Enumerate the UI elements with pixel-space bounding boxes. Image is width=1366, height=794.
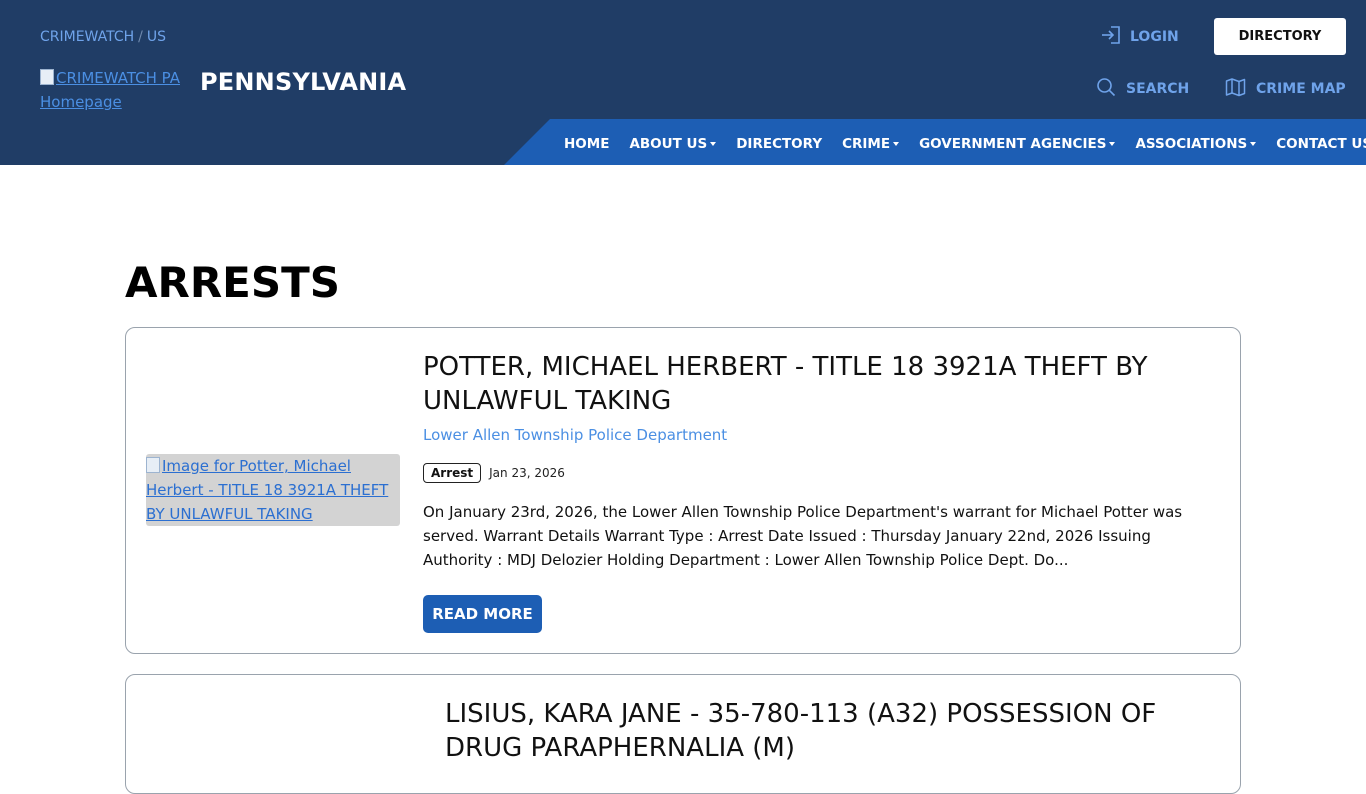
nav-label: GOVERNMENT AGENCIES (919, 135, 1107, 152)
post-title[interactable]: POTTER, MICHAEL HERBERT - TITLE 18 3921A… (423, 350, 1213, 418)
nav-label: ABOUT US (629, 135, 708, 152)
crime-map-label: CRIME MAP (1256, 81, 1346, 97)
search-link[interactable]: SEARCH (1096, 78, 1189, 100)
map-icon (1225, 77, 1246, 101)
post-excerpt: On January 23rd, 2026, the Lower Allen T… (423, 503, 1183, 569)
search-icon (1096, 77, 1116, 101)
nav-item-crime: CRIME (842, 133, 900, 152)
nav-link-about-us[interactable]: ABOUT US (629, 135, 717, 152)
main-nav: HOME ABOUT US DIRECTORY CRIME GOVERNMENT… (504, 119, 1366, 165)
post-image-link[interactable]: Image for Potter, Michael Herbert - TITL… (146, 454, 400, 526)
nav-label: CONTACT US (1276, 135, 1366, 152)
nav-item-home: HOME (564, 133, 609, 152)
post-title[interactable]: LISIUS, KARA JANE - 35-780-113 (A32) POS… (445, 697, 1235, 765)
login-arrow-icon (1100, 25, 1122, 49)
nav-item-contact-us: CONTACT US (1276, 133, 1366, 152)
post-card: Image for Potter, Michael Herbert - TITL… (125, 327, 1241, 654)
site-logo-link[interactable]: CRIMEWATCH PA Homepage (40, 66, 190, 114)
nav-link-associations[interactable]: ASSOCIATIONS (1135, 135, 1257, 152)
breadcrumb: CRIMEWATCH / US (40, 29, 166, 45)
breadcrumb-crimewatch[interactable]: CRIMEWATCH (40, 29, 134, 45)
nav-label: CRIME (842, 135, 891, 152)
state-title: PENNSYLVANIA (200, 68, 407, 96)
nav-link-directory[interactable]: DIRECTORY (736, 136, 822, 152)
logo-alt-text: CRIMEWATCH PA Homepage (40, 69, 180, 111)
site-header: CRIMEWATCH / US CRIMEWATCH PA Homepage PEN… (0, 0, 1366, 165)
nav-link-government-agencies[interactable]: GOVERNMENT AGENCIES (919, 135, 1116, 152)
login-link[interactable]: LOGIN (1100, 26, 1179, 48)
nav-link-crime[interactable]: CRIME (842, 135, 900, 152)
crime-map-link[interactable]: CRIME MAP (1225, 78, 1346, 100)
nav-item-about-us: ABOUT US (629, 133, 717, 152)
nav-label: ASSOCIATIONS (1135, 135, 1248, 152)
post-meta: Arrest Jan 23, 2026 (423, 463, 565, 483)
post-image-alt: Image for Potter, Michael Herbert - TITL… (146, 457, 389, 523)
chevron-down-icon (893, 141, 900, 146)
read-more-button[interactable]: READ MORE (423, 595, 542, 633)
login-label: LOGIN (1130, 29, 1179, 45)
search-label: SEARCH (1126, 81, 1190, 97)
nav-link-home[interactable]: HOME (564, 136, 609, 152)
chevron-down-icon (1109, 141, 1116, 146)
post-agency-link[interactable]: Lower Allen Township Police Department (423, 426, 727, 444)
breadcrumb-us[interactable]: US (147, 29, 166, 45)
nav-item-associations: ASSOCIATIONS (1135, 133, 1257, 152)
nav-item-government-agencies: GOVERNMENT AGENCIES (919, 133, 1116, 152)
post-date: Jan 23, 2026 (489, 466, 565, 480)
nav-label: DIRECTORY (736, 135, 823, 152)
breadcrumb-separator: / (138, 29, 143, 45)
nav-item-directory: DIRECTORY (736, 133, 822, 152)
chevron-down-icon (1250, 141, 1257, 146)
chevron-down-icon (710, 141, 717, 146)
directory-button[interactable]: DIRECTORY (1214, 18, 1346, 55)
page-title: ARRESTS (125, 258, 341, 307)
nav-label: HOME (564, 135, 610, 152)
nav-link-contact-us[interactable]: CONTACT US (1276, 136, 1366, 152)
broken-image-icon (146, 457, 160, 473)
category-badge: Arrest (423, 463, 482, 483)
post-card: LISIUS, KARA JANE - 35-780-113 (A32) POS… (125, 674, 1241, 794)
broken-image-icon (40, 69, 54, 85)
